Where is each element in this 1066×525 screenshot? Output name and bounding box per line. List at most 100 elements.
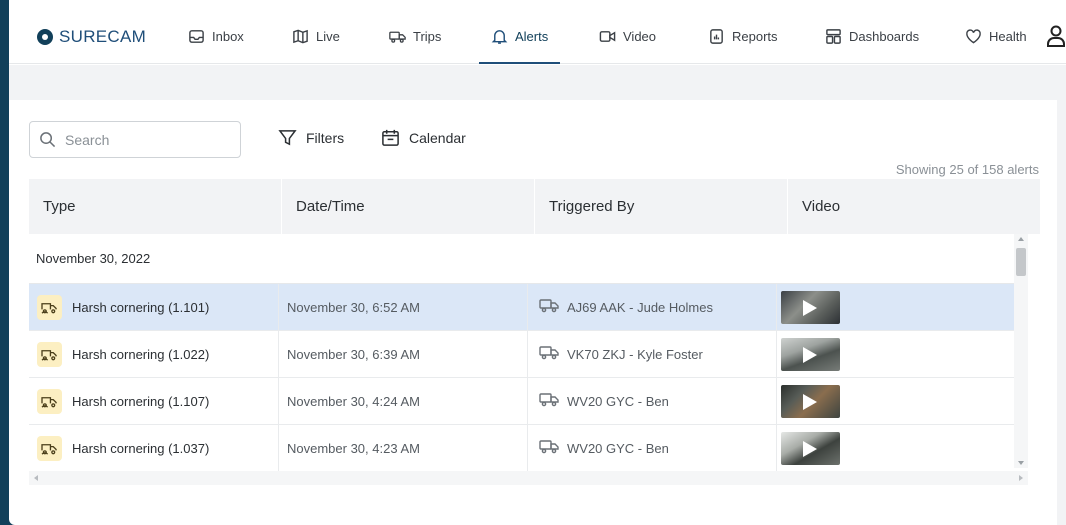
search-input[interactable]	[65, 131, 225, 148]
nav-item-video[interactable]: Video	[599, 9, 656, 64]
video-thumbnail[interactable]	[781, 384, 840, 418]
filters-button[interactable]: Filters	[278, 128, 344, 147]
nav-label-reports: Reports	[732, 29, 778, 44]
column-header-triggered-by[interactable]: Triggered By	[535, 179, 788, 234]
filter-icon	[278, 130, 297, 146]
filters-label: Filters	[306, 129, 345, 146]
scroll-right-arrow-icon[interactable]	[1019, 475, 1023, 481]
horizontal-scrollbar[interactable]	[29, 471, 1028, 485]
scroll-down-arrow-icon[interactable]	[1018, 461, 1024, 465]
results-count: Showing 25 of 158 alerts	[895, 162, 1039, 177]
table-row[interactable]: Harsh cornering (1.101) November 30, 6:5…	[29, 284, 1025, 331]
alert-type: Harsh cornering (1.022)	[72, 346, 210, 362]
play-icon	[803, 299, 817, 316]
video-cell	[777, 378, 1025, 424]
calendar-label: Calendar	[409, 129, 466, 146]
map-icon	[293, 29, 308, 44]
app-window: SURECAM Inbox Live Trips Alerts Video Re…	[9, 0, 1066, 525]
truck-icon	[539, 345, 559, 363]
heart-icon	[966, 29, 981, 44]
type-cell: Harsh cornering (1.101)	[29, 284, 279, 330]
alert-type: Harsh cornering (1.107)	[72, 393, 210, 409]
datetime-cell: November 30, 4:23 AM	[279, 425, 528, 471]
inbox-icon	[189, 30, 204, 43]
column-header-datetime[interactable]: Date/Time	[282, 179, 535, 234]
cornering-alert-icon	[37, 341, 62, 367]
cornering-alert-icon	[37, 388, 62, 414]
triggered-by-cell: VK70 ZKJ - Kyle Foster	[528, 331, 777, 377]
nav-item-live[interactable]: Live	[292, 9, 340, 64]
type-cell: Harsh cornering (1.107)	[29, 378, 279, 424]
nav-item-inbox[interactable]: Inbox	[188, 9, 244, 64]
brand-logo[interactable]: SURECAM	[37, 27, 146, 47]
vehicle-driver: WV20 GYC - Ben	[567, 393, 669, 409]
vehicle-driver: VK70 ZKJ - Kyle Foster	[567, 346, 703, 362]
type-cell: Harsh cornering (1.022)	[29, 331, 279, 377]
video-thumbnail[interactable]	[781, 290, 840, 324]
table-header: Type Date/Time Triggered By Video	[29, 179, 1040, 234]
top-navbar: SURECAM Inbox Live Trips Alerts Video Re…	[9, 9, 1066, 64]
scroll-up-arrow-icon[interactable]	[1018, 237, 1024, 241]
calendar-icon	[382, 129, 399, 146]
vehicle-driver: AJ69 AAK - Jude Holmes	[567, 299, 713, 315]
bell-icon	[491, 30, 508, 44]
table-row[interactable]: Harsh cornering (1.022) November 30, 6:3…	[29, 331, 1025, 378]
nav-label-inbox: Inbox	[212, 29, 244, 44]
alerts-table: Type Date/Time Triggered By Video Novemb…	[29, 179, 1040, 485]
dashboard-icon	[826, 29, 841, 44]
play-icon	[803, 346, 817, 363]
nav-label-dashboards: Dashboards	[849, 29, 920, 44]
cornering-alert-icon	[37, 435, 62, 461]
cornering-alert-icon	[37, 294, 62, 320]
brand-name: SURECAM	[59, 27, 147, 46]
left-frame-edge	[0, 0, 9, 385]
nav-label-alerts: Alerts	[515, 29, 549, 44]
nav-item-health[interactable]: Health	[965, 9, 1027, 64]
scrollbar-thumb[interactable]	[1016, 248, 1026, 276]
truck-icon	[539, 392, 559, 410]
date-group-header: November 30, 2022	[29, 234, 1025, 284]
scroll-left-arrow-icon[interactable]	[34, 475, 38, 481]
nav-label-trips: Trips	[413, 29, 442, 44]
video-thumbnail[interactable]	[781, 337, 840, 371]
right-gutter	[1057, 100, 1066, 525]
play-icon	[803, 440, 817, 457]
datetime-cell: November 30, 6:39 AM	[279, 331, 528, 377]
search-icon	[40, 132, 56, 148]
video-cell	[777, 331, 1025, 377]
video-thumbnail[interactable]	[781, 431, 840, 465]
vehicle-driver: WV20 GYC - Ben	[567, 440, 669, 456]
page-header-band	[9, 65, 1066, 100]
truck-icon	[539, 298, 559, 316]
type-cell: Harsh cornering (1.037)	[29, 425, 279, 471]
triggered-by-cell: WV20 GYC - Ben	[528, 425, 777, 471]
video-cell	[777, 284, 1025, 330]
calendar-button[interactable]: Calendar	[381, 128, 466, 147]
nav-item-trips[interactable]: Trips	[389, 9, 441, 64]
nav-item-reports[interactable]: Reports	[708, 9, 778, 64]
column-header-type[interactable]: Type	[29, 179, 282, 234]
datetime-cell: November 30, 6:52 AM	[279, 284, 528, 330]
truck-icon	[389, 31, 406, 43]
nav-item-dashboards[interactable]: Dashboards	[825, 9, 919, 64]
video-cell	[777, 425, 1025, 471]
alert-type: Harsh cornering (1.037)	[72, 440, 210, 456]
play-icon	[803, 393, 817, 410]
nav-label-live: Live	[316, 29, 340, 44]
user-icon	[1047, 25, 1065, 47]
user-menu-button[interactable]	[1046, 25, 1066, 52]
surecam-logo-icon	[37, 29, 53, 45]
search-box[interactable]	[29, 121, 241, 158]
table-row[interactable]: Harsh cornering (1.037) November 30, 4:2…	[29, 425, 1025, 472]
nav-label-video: Video	[623, 29, 657, 44]
triggered-by-cell: WV20 GYC - Ben	[528, 378, 777, 424]
alert-type: Harsh cornering (1.101)	[72, 299, 210, 315]
datetime-cell: November 30, 4:24 AM	[279, 378, 528, 424]
column-header-video[interactable]: Video	[788, 179, 1040, 234]
nav-item-alerts[interactable]: Alerts	[478, 9, 561, 64]
triggered-by-cell: AJ69 AAK - Jude Holmes	[528, 284, 777, 330]
nav-label-health: Health	[989, 29, 1027, 44]
video-camera-icon	[599, 31, 616, 42]
table-row[interactable]: Harsh cornering (1.107) November 30, 4:2…	[29, 378, 1025, 425]
vertical-scrollbar[interactable]	[1014, 234, 1028, 468]
